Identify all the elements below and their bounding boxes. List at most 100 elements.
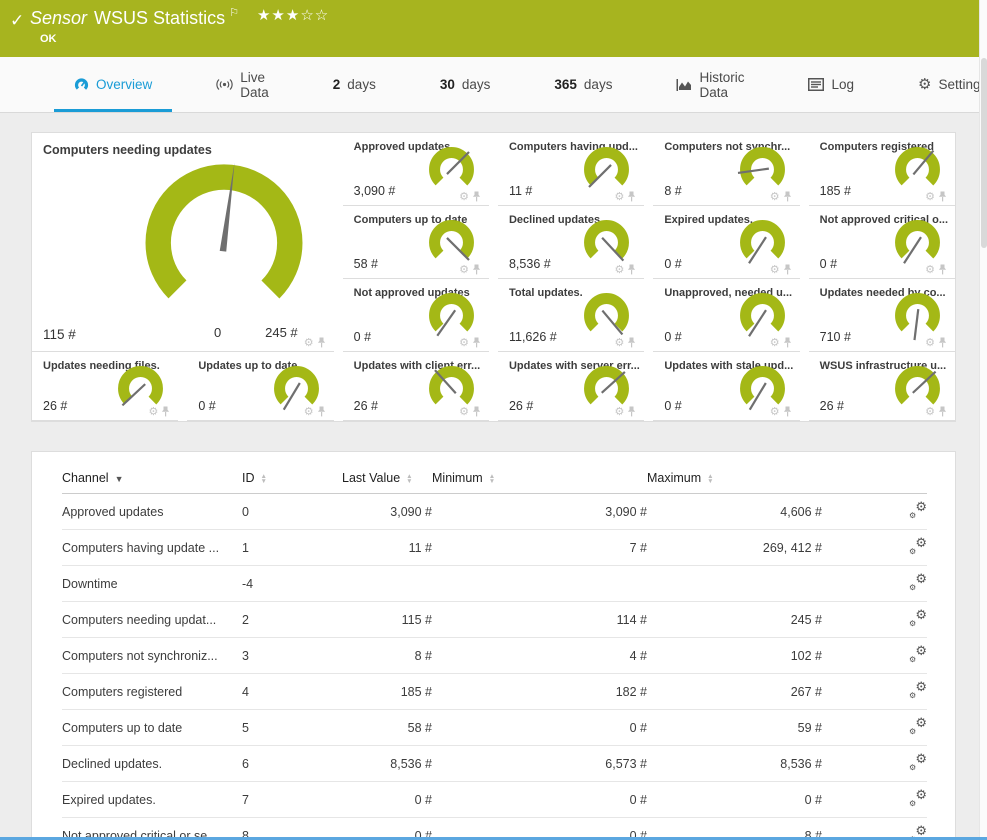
pin-icon[interactable] xyxy=(472,406,481,417)
edit-channel-icon[interactable]: ⚙⚙ xyxy=(909,646,927,662)
gauge-settings-icon[interactable]: ⚙ xyxy=(304,406,314,417)
tab-historic-data[interactable]: Historic Data xyxy=(662,57,758,112)
gauge-settings-icon[interactable]: ⚙ xyxy=(614,191,624,202)
star-filled-icon[interactable]: ★ xyxy=(271,7,285,24)
edit-channel-icon[interactable]: ⚙⚙ xyxy=(909,502,927,518)
cell-channel[interactable]: Computers up to date xyxy=(62,710,242,746)
tab-settings[interactable]: ⚙Settings xyxy=(904,57,987,112)
gauge-settings-icon[interactable]: ⚙ xyxy=(614,337,624,348)
table-row[interactable]: Computers up to date 5 58 # 0 # 59 # ⚙⚙ xyxy=(62,710,927,746)
star-empty-icon[interactable]: ☆ xyxy=(300,7,314,24)
gauge-cell[interactable]: Expired updates. 0 # ⚙ xyxy=(653,206,799,279)
gauge-settings-icon[interactable]: ⚙ xyxy=(459,406,469,417)
cell-channel[interactable]: Downtime xyxy=(62,566,242,602)
pin-icon[interactable] xyxy=(317,406,326,417)
gauge-cell[interactable]: Updates with server err... 26 # ⚙ xyxy=(498,352,644,421)
star-filled-icon[interactable]: ★ xyxy=(257,7,271,24)
tab-days-2[interactable]: 2days xyxy=(319,57,390,112)
gauge-cell[interactable]: WSUS infrastructure u... 26 # ⚙ xyxy=(809,352,955,421)
edit-channel-icon[interactable]: ⚙⚙ xyxy=(909,682,927,698)
gauge-cell[interactable]: Approved updates 3,090 # ⚙ xyxy=(343,133,489,206)
edit-channel-icon[interactable]: ⚙⚙ xyxy=(909,610,927,626)
pin-icon[interactable] xyxy=(783,264,792,275)
column-header-maximum[interactable]: Maximum▲▼ xyxy=(647,462,822,494)
flag-icon[interactable]: ⚐ xyxy=(229,6,239,19)
cell-channel[interactable]: Computers registered xyxy=(62,674,242,710)
gauge-cell[interactable]: Computers having upd... 11 # ⚙ xyxy=(498,133,644,206)
pin-icon[interactable] xyxy=(938,264,947,275)
tab-days-365[interactable]: 365days xyxy=(540,57,626,112)
gauge-settings-icon[interactable]: ⚙ xyxy=(925,264,935,275)
edit-channel-icon[interactable]: ⚙⚙ xyxy=(909,718,927,734)
table-row[interactable]: Computers not synchroniz... 3 8 # 4 # 10… xyxy=(62,638,927,674)
gauge-cell[interactable]: Not approved updates 0 # ⚙ xyxy=(343,279,489,352)
gauge-settings-icon[interactable]: ⚙ xyxy=(770,337,780,348)
pin-icon[interactable] xyxy=(472,337,481,348)
pin-icon[interactable] xyxy=(472,264,481,275)
gauge-settings-icon[interactable]: ⚙ xyxy=(148,406,158,417)
column-header-last-value[interactable]: Last Value▲▼ xyxy=(342,462,432,494)
gauge-cell[interactable]: Declined updates. 8,536 # ⚙ xyxy=(498,206,644,279)
edit-channel-icon[interactable]: ⚙⚙ xyxy=(909,754,927,770)
gauge-settings-icon[interactable]: ⚙ xyxy=(459,191,469,202)
tab-live-data[interactable]: Live Data xyxy=(202,57,283,112)
pin-icon[interactable] xyxy=(472,191,481,202)
pin-icon[interactable] xyxy=(627,406,636,417)
pin-icon[interactable] xyxy=(161,406,170,417)
gauge-cell[interactable]: Updates up to date. 0 # ⚙ xyxy=(187,352,333,421)
gauge-cell[interactable]: Computers registered 185 # ⚙ xyxy=(809,133,955,206)
table-row[interactable]: Approved updates 0 3,090 # 3,090 # 4,606… xyxy=(62,494,927,530)
pin-icon[interactable] xyxy=(627,337,636,348)
column-header-channel[interactable]: Channel▼ xyxy=(62,462,242,494)
star-empty-icon[interactable]: ☆ xyxy=(315,7,329,24)
table-row[interactable]: Computers having update ... 1 11 # 7 # 2… xyxy=(62,530,927,566)
gauge-settings-icon[interactable]: ⚙ xyxy=(925,406,935,417)
gauge-cell[interactable]: Not approved critical o... 0 # ⚙ xyxy=(809,206,955,279)
tab-overview[interactable]: Overview xyxy=(60,57,166,112)
pin-icon[interactable] xyxy=(627,191,636,202)
gauge-settings-icon[interactable]: ⚙ xyxy=(304,337,314,348)
pin-icon[interactable] xyxy=(627,264,636,275)
edit-channel-icon[interactable]: ⚙⚙ xyxy=(909,790,927,806)
gauge-settings-icon[interactable]: ⚙ xyxy=(459,264,469,275)
pin-icon[interactable] xyxy=(938,406,947,417)
column-header-id[interactable]: ID▲▼ xyxy=(242,462,342,494)
gauge-settings-icon[interactable]: ⚙ xyxy=(614,264,624,275)
gauge-settings-icon[interactable]: ⚙ xyxy=(770,406,780,417)
primary-gauge-cell[interactable]: Computers needing updates 115 # 0 245 # … xyxy=(32,133,334,352)
gauge-cell[interactable]: Computers not synchr... 8 # ⚙ xyxy=(653,133,799,206)
gauge-settings-icon[interactable]: ⚙ xyxy=(925,337,935,348)
cell-channel[interactable]: Computers having update ... xyxy=(62,530,242,566)
gauge-settings-icon[interactable]: ⚙ xyxy=(770,264,780,275)
pin-icon[interactable] xyxy=(783,337,792,348)
table-row[interactable]: Computers needing updat... 2 115 # 114 #… xyxy=(62,602,927,638)
cell-channel[interactable]: Declined updates. xyxy=(62,746,242,782)
table-row[interactable]: Downtime -4 ⚙⚙ xyxy=(62,566,927,602)
gauge-settings-icon[interactable]: ⚙ xyxy=(614,406,624,417)
gauge-settings-icon[interactable]: ⚙ xyxy=(459,337,469,348)
cell-channel[interactable]: Approved updates xyxy=(62,494,242,530)
pin-icon[interactable] xyxy=(783,406,792,417)
gauge-cell[interactable]: Updates needed by co... 710 # ⚙ xyxy=(809,279,955,352)
pin-icon[interactable] xyxy=(938,191,947,202)
cell-channel[interactable]: Expired updates. xyxy=(62,782,242,818)
pin-icon[interactable] xyxy=(783,191,792,202)
vertical-scrollbar[interactable] xyxy=(979,0,987,840)
priority-star-rating[interactable]: ★★★☆☆ xyxy=(257,6,329,24)
table-row[interactable]: Expired updates. 7 0 # 0 # 0 # ⚙⚙ xyxy=(62,782,927,818)
tab-days-30[interactable]: 30days xyxy=(426,57,505,112)
pin-icon[interactable] xyxy=(938,337,947,348)
gauge-cell[interactable]: Unapproved, needed u... 0 # ⚙ xyxy=(653,279,799,352)
gauge-cell[interactable]: Updates with stale upd... 0 # ⚙ xyxy=(653,352,799,421)
gauge-settings-icon[interactable]: ⚙ xyxy=(770,191,780,202)
gauge-cell[interactable]: Computers up to date 58 # ⚙ xyxy=(343,206,489,279)
cell-channel[interactable]: Computers needing updat... xyxy=(62,602,242,638)
star-filled-icon[interactable]: ★ xyxy=(286,7,300,24)
gauge-cell[interactable]: Updates needing files. 26 # ⚙ xyxy=(32,352,178,421)
cell-channel[interactable]: Computers not synchroniz... xyxy=(62,638,242,674)
gauge-settings-icon[interactable]: ⚙ xyxy=(925,191,935,202)
pin-icon[interactable] xyxy=(317,337,326,348)
column-header-minimum[interactable]: Minimum▲▼ xyxy=(432,462,647,494)
edit-channel-icon[interactable]: ⚙⚙ xyxy=(909,574,927,590)
tab-log[interactable]: Log xyxy=(794,57,868,112)
